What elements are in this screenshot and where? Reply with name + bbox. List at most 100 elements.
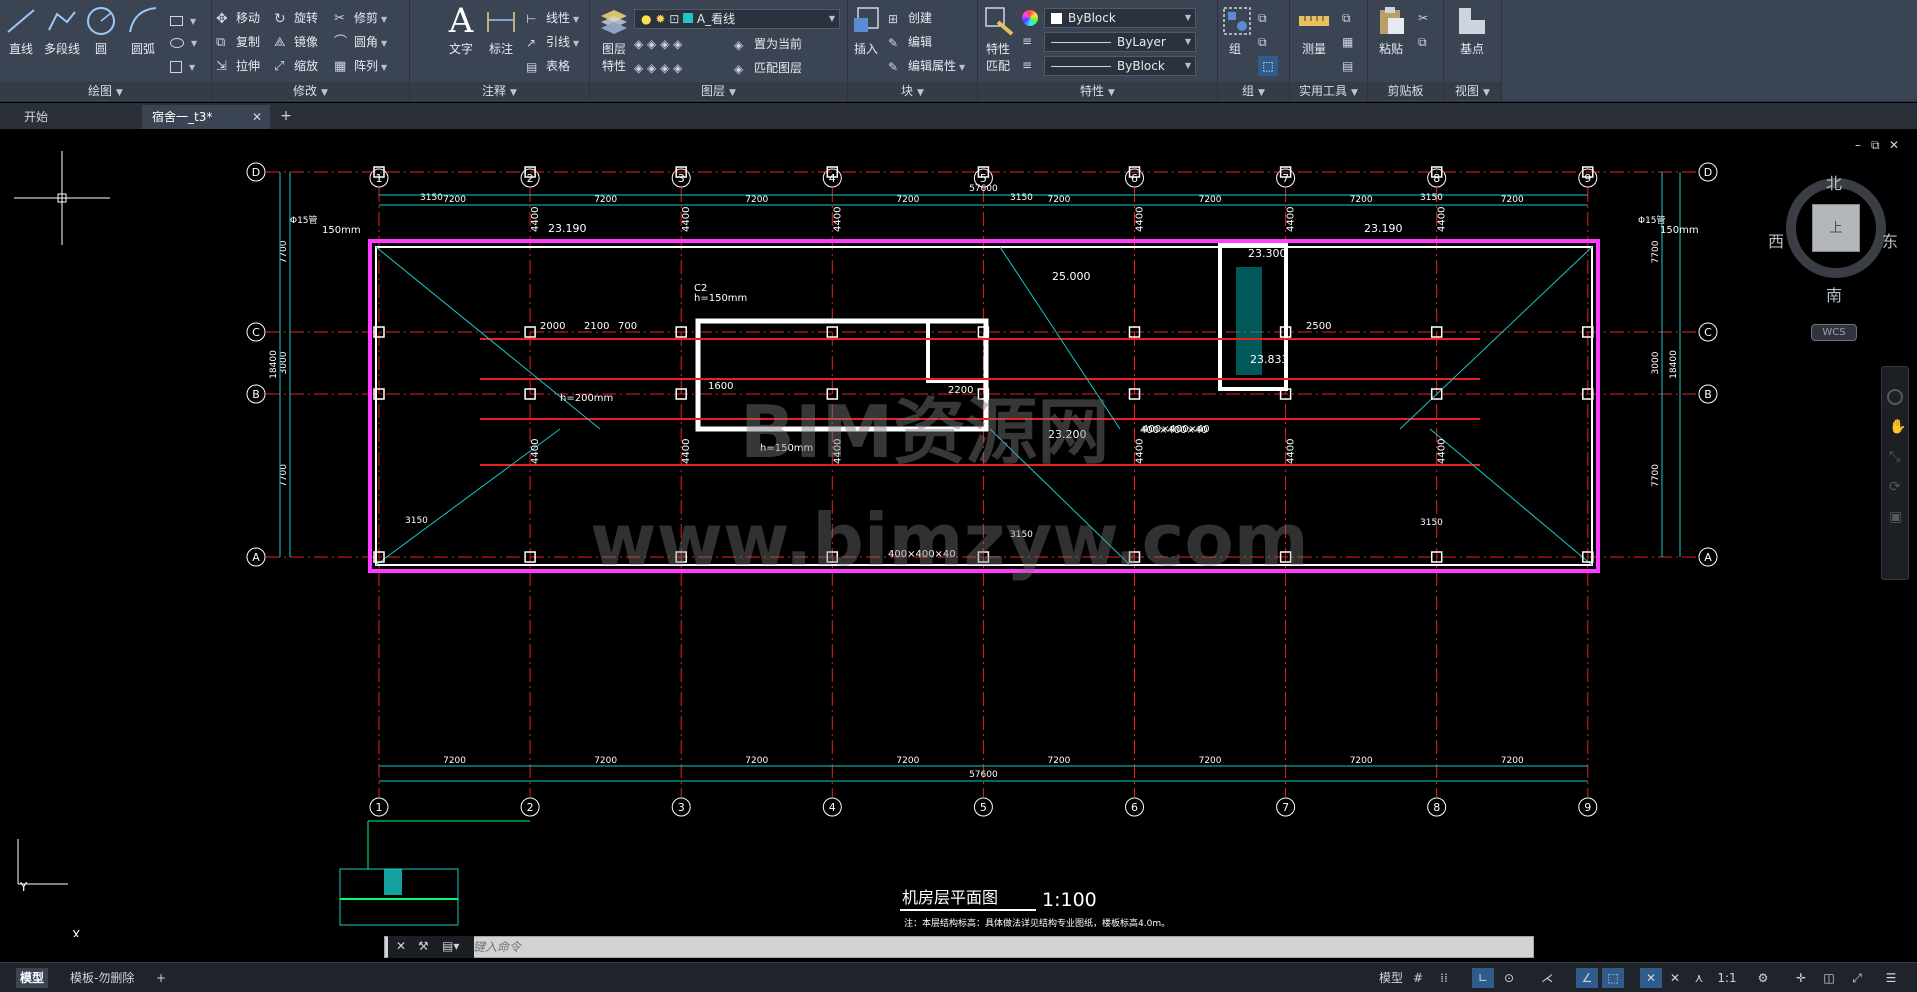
ortho-icon[interactable]: ∟ [1472,968,1494,988]
layout-tab-model[interactable]: 模型 [16,968,49,988]
customize-icon[interactable]: ☰ [1880,968,1902,988]
hatch-button[interactable]: ▼ [170,32,197,52]
copy-clip-button[interactable]: ⧉ [1418,32,1427,52]
zoom-extents-icon[interactable]: ⤡ [1889,449,1900,465]
floor-plan[interactable]: 112233445566778899D DC CB BA A 7200 7200 7200 7… [0,129,1917,937]
id-point-button[interactable]: ▤ [1342,56,1353,76]
compass-west[interactable]: 西 [1768,228,1784,252]
panel-modify-title[interactable]: 修改 ▼ [212,82,409,100]
calculator-button[interactable]: ▦ [1342,32,1353,52]
panel-properties-title[interactable]: 特性 ▼ [978,82,1217,100]
annotation-scale[interactable]: 1:1 [1714,968,1740,988]
rotate-button[interactable]: ↻ 旋转 [274,8,318,28]
polar-icon[interactable]: ⊙ [1498,968,1520,988]
leader-button[interactable]: ↗ 引线 ▼ [526,32,579,52]
add-layout-button[interactable]: + [152,968,170,988]
layer-properties-button[interactable]: 图层 特性 [596,4,632,74]
line-button[interactable]: 直线 [4,4,38,57]
match-layer-button[interactable]: ◈ 匹配图层 [734,58,802,78]
panel-block-title[interactable]: 块 ▼ [848,82,977,100]
restore-button[interactable]: ⧉ [1871,138,1880,153]
panel-layers-title[interactable]: 图层 ▼ [590,82,847,100]
circle-button[interactable]: 圆 [84,4,118,57]
tab-drawing[interactable]: 宿舍一_t3* ✕ [142,105,270,129]
text-button[interactable]: A 文字 [444,4,478,57]
layer-tools-row-2[interactable]: ◈ ◈ ◈ ◈ [634,58,682,78]
scale-button[interactable]: ⤢ 缩放 [274,56,318,76]
dimension-button[interactable]: 标注 [484,4,518,57]
panel-utilities-title[interactable]: 实用工具 ▼ [1290,82,1367,100]
osnap-icon[interactable]: ⬚ [1602,968,1624,988]
isolate-icon[interactable]: ◫ [1818,968,1840,988]
set-current-button[interactable]: ◈ 置为当前 [734,34,802,54]
panel-clipboard-title[interactable]: 剪贴板 [1368,82,1443,100]
ungroup-button[interactable]: ⧉ [1258,8,1267,28]
paste-button[interactable]: 粘贴 [1374,4,1408,57]
color-combo[interactable]: ByBlock ▼ [1044,8,1196,28]
insert-button[interactable]: 插入 [850,4,882,57]
stretch-button[interactable]: ⇲ 拉伸 [216,56,260,76]
orbit-icon[interactable]: ⟳ [1889,479,1901,495]
auto-scale-icon[interactable]: ✕ [1664,968,1686,988]
minimize-button[interactable]: – [1855,138,1861,152]
copy-button[interactable]: ⧉ 复制 [216,32,260,52]
measure-button[interactable]: 测量 [1294,4,1334,57]
array-button[interactable]: ▦ 阵列 ▼ [334,56,387,76]
steering-wheel-icon[interactable] [1887,389,1903,405]
cut-button[interactable]: ✂ [1418,8,1428,28]
rectangle-button[interactable]: ▼ [170,10,196,30]
group-edit-button[interactable]: ⧉ [1258,32,1267,52]
wcs-menu[interactable]: WCS [1811,324,1857,341]
annotation-scale-icon[interactable]: ⋏ [1688,968,1710,988]
table-button[interactable]: ▤ 表格 [526,56,570,76]
base-button[interactable]: 基点 [1452,4,1492,57]
layout-tab-template[interactable]: 模板-勿删除 [66,968,138,988]
pan-icon[interactable]: ✋ [1889,419,1906,435]
model-space-toggle[interactable]: 模型 [1376,968,1406,988]
wrench-icon[interactable]: ⚒ [418,939,429,953]
close-drawing-button[interactable]: ✕ [1889,138,1899,152]
gear-icon[interactable]: ⚙ [1752,968,1774,988]
compass-south[interactable]: 南 [1826,282,1842,306]
layer-tools-row-1[interactable]: ◈ ◈ ◈ ◈ [634,34,682,54]
annotation-visibility-icon[interactable]: ✕ [1640,968,1662,988]
linear-dim-button[interactable]: ⊢ 线性 ▼ [526,8,579,28]
close-icon[interactable]: ✕ [396,939,406,953]
close-icon[interactable]: ✕ [252,105,262,129]
command-line[interactable] [384,936,1534,958]
linetype-combo[interactable]: ByLayer ▼ [1044,32,1196,52]
boundary-button[interactable]: ▼ [170,56,195,76]
plus-icon[interactable]: ✛ [1790,968,1812,988]
recent-commands-icon[interactable]: ▤▾ [442,939,459,953]
mirror-button[interactable]: ⟁ 镜像 [274,32,318,52]
grid-icon[interactable]: # [1408,968,1428,988]
drawing-canvas[interactable]: 112233445566778899DDCCBBAA 7200 7200 7200 7… [0,129,1917,937]
panel-groups-title[interactable]: 组 ▼ [1218,82,1289,100]
polyline-button[interactable]: 多段线 [40,4,84,57]
fillet-button[interactable]: ⌒ 圆角 ▼ [334,32,387,52]
panel-draw-title[interactable]: 绘图 ▼ [0,82,211,100]
viewcube-top-face[interactable]: 上 [1812,204,1860,252]
viewcube[interactable]: 上 北 南 西 东 [1768,170,1898,305]
move-button[interactable]: ✥ 移动 [216,8,260,28]
create-block-button[interactable]: ⊞ 创建 [888,8,932,28]
edit-attributes-button[interactable]: ✎ 编辑属性 ▼ [888,56,965,76]
osnap-tracking-icon[interactable]: ∠ [1576,968,1598,988]
isodraft-icon[interactable]: ⋌ [1536,968,1558,988]
layer-combo[interactable]: ● ✹ ⊡ A_看线 ▼ [634,9,840,29]
group-button[interactable]: 组 [1220,4,1251,57]
new-tab-button[interactable]: + [276,105,296,127]
quick-select-button[interactable]: ⧉ [1342,8,1351,28]
navigation-bar[interactable]: ✋ ⤡ ⟳ ▣ [1881,366,1909,580]
edit-block-button[interactable]: ✎ 编辑 [888,32,932,52]
command-input[interactable] [473,939,1513,955]
tab-start[interactable]: 开始 [14,105,138,129]
trim-button[interactable]: ✂ 修剪 ▼ [334,8,387,28]
compass-north[interactable]: 北 [1826,170,1842,194]
snap-icon[interactable]: ⁞⁞ [1432,968,1456,988]
arc-button[interactable]: 圆弧 [126,4,160,57]
fullscreen-icon[interactable]: ⤢ [1846,968,1868,988]
match-properties-button[interactable]: 特性 匹配 [982,4,1014,74]
compass-east[interactable]: 东 [1882,228,1898,252]
panel-annotation-title[interactable]: 注释 ▼ [410,82,589,100]
